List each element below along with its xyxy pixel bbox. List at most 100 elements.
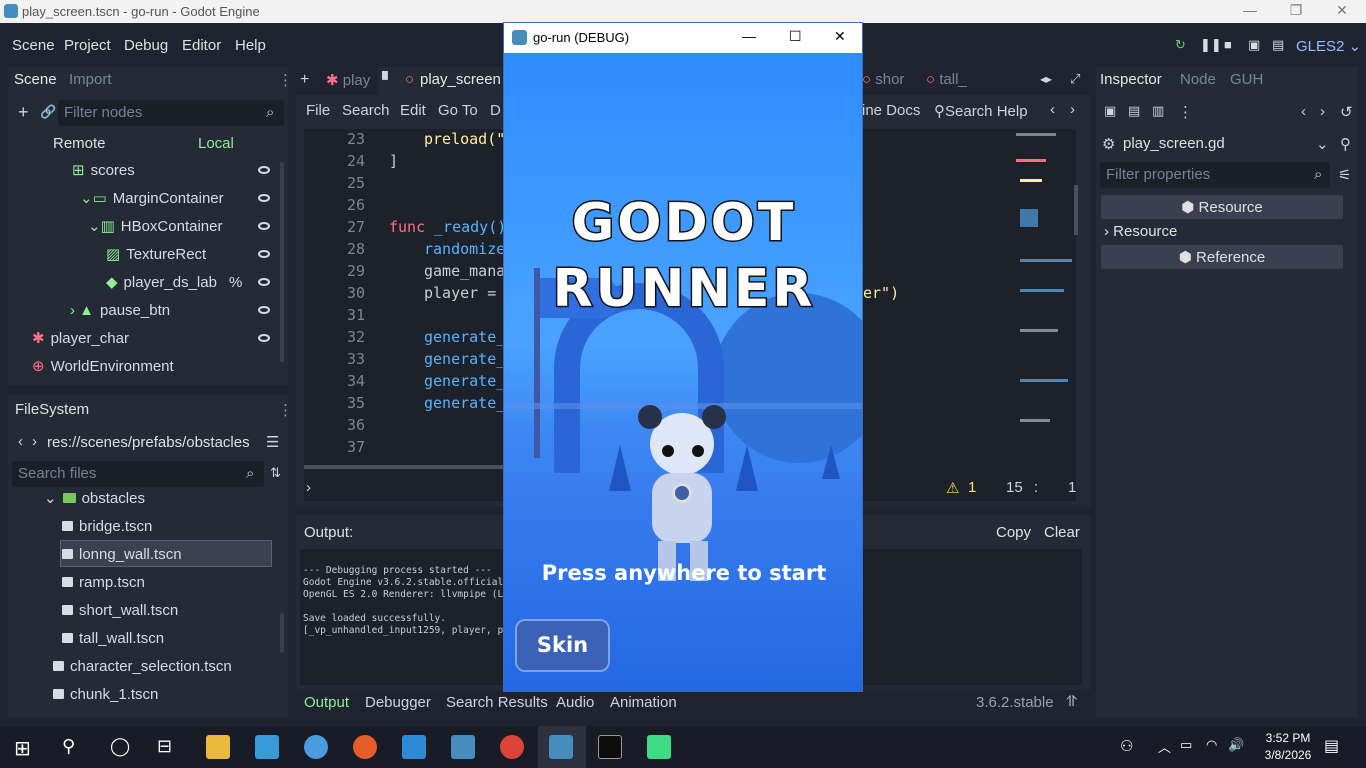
tab-tall[interactable]: ○ tall_: [926, 71, 967, 88]
expand-panel-icon[interactable]: ⥣: [1066, 693, 1077, 710]
tree-node-margincontainer[interactable]: ⌄▭ MarginContainer: [80, 184, 224, 212]
tree-node-player-char[interactable]: ✱ player_char: [32, 324, 129, 352]
tab-audio[interactable]: Audio: [556, 694, 594, 711]
vscode-icon[interactable]: [402, 735, 426, 759]
visibility-icon[interactable]: [258, 306, 270, 314]
menu-editor[interactable]: Editor: [182, 37, 221, 54]
notification-icon[interactable]: ▤: [1324, 736, 1339, 756]
new-resource-icon[interactable]: ▣: [1104, 103, 1116, 119]
tab-node[interactable]: Node: [1180, 71, 1216, 88]
online-docs-button[interactable]: ine Docs: [862, 102, 920, 119]
save-resource-icon[interactable]: ▥: [1152, 103, 1164, 119]
script-menu-file[interactable]: File: [306, 102, 330, 119]
godot-icon[interactable]: [451, 735, 475, 759]
script-menu-search[interactable]: Search: [342, 102, 390, 119]
code-scrollbar[interactable]: [1074, 185, 1078, 235]
split-view-icon[interactable]: ☰: [266, 433, 279, 451]
sort-icon[interactable]: ⇅: [270, 465, 281, 481]
tree-node-scores[interactable]: ⊞ scores: [72, 156, 135, 184]
play-scene-icon[interactable]: ▣: [1248, 37, 1260, 53]
script-menu-goto[interactable]: Go To: [438, 102, 478, 119]
tab-debugger[interactable]: Debugger: [365, 694, 431, 711]
tab-animation[interactable]: Animation: [610, 694, 677, 711]
remote-tab[interactable]: Remote: [53, 135, 106, 152]
tab-scene[interactable]: Scene: [14, 71, 57, 88]
resource-category[interactable]: ⬢ Resource: [1101, 195, 1343, 219]
filter-nodes-input[interactable]: Filter nodes ⌕: [58, 100, 284, 126]
minimize-button[interactable]: —: [1236, 2, 1264, 20]
tree-node-hboxcontainer[interactable]: ⌄▥ HBoxContainer: [88, 212, 222, 240]
visibility-icon[interactable]: [258, 278, 270, 286]
warning-icon[interactable]: ⚠: [946, 479, 959, 497]
local-tab[interactable]: Local: [198, 135, 234, 152]
minimize-button[interactable]: —: [742, 28, 756, 44]
file-explorer-icon[interactable]: [206, 735, 230, 759]
filter-properties-input[interactable]: Filter properties ⌕: [1100, 162, 1330, 188]
next-script-icon[interactable]: ›: [1070, 101, 1075, 118]
people-icon[interactable]: ⚇: [1120, 737, 1133, 755]
tab-import[interactable]: Import: [69, 71, 112, 88]
file-chunk-1[interactable]: chunk_1.tscn: [53, 681, 158, 707]
scene-tree-scrollbar[interactable]: [280, 162, 284, 362]
cortana-icon[interactable]: ◯: [110, 736, 130, 757]
reload-icon[interactable]: ↻: [1175, 37, 1186, 53]
toggle-scripts-icon[interactable]: ›: [306, 479, 311, 496]
minimap[interactable]: [1014, 129, 1076, 459]
search-files-input[interactable]: Search files ⌕: [12, 461, 264, 487]
firefox-icon[interactable]: [353, 735, 377, 759]
tree-node-pause-btn[interactable]: › ▲ pause_btn: [70, 296, 170, 324]
clock[interactable]: 3:52 PM 3/8/2026: [1258, 730, 1318, 764]
more-icon[interactable]: ⋮: [1178, 103, 1193, 121]
game-window[interactable]: go-run (DEBUG) — ☐ ✕ GODOT RUNNER Press …: [503, 22, 863, 692]
file-tall-wall[interactable]: tall_wall.tscn: [62, 625, 164, 651]
script-menu-edit[interactable]: Edit: [400, 102, 426, 119]
renderer-select[interactable]: GLES2 ⌄: [1296, 37, 1361, 55]
pause-icon[interactable]: ❚❚: [1200, 37, 1222, 53]
stop-icon[interactable]: ■: [1224, 37, 1232, 52]
godot-debug-icon[interactable]: [549, 735, 573, 759]
filesystem-scrollbar[interactable]: [280, 613, 284, 653]
distraction-free-icon[interactable]: ⤢: [1070, 71, 1080, 87]
tab-search-results[interactable]: Search Results: [446, 694, 548, 711]
tree-node-player-ds-lab[interactable]: ◆ player_ds_lab%: [106, 268, 242, 296]
menu-scene[interactable]: Scene: [12, 37, 55, 54]
close-button[interactable]: ✕: [1328, 2, 1356, 20]
file-short-wall[interactable]: short_wall.tscn: [62, 597, 178, 623]
tree-node-texturerect[interactable]: ▨ TextureRect: [106, 240, 206, 268]
battery-icon[interactable]: ▭: [1180, 737, 1192, 753]
link-icon[interactable]: 🔗: [40, 104, 56, 120]
game-viewport[interactable]: GODOT RUNNER Press anywhere to start Ski…: [504, 53, 862, 691]
skin-button[interactable]: Skin: [515, 619, 610, 672]
play-custom-icon[interactable]: ▤: [1272, 37, 1284, 53]
visibility-icon[interactable]: [258, 222, 270, 230]
inspected-object[interactable]: play_screen.gd: [1123, 135, 1225, 152]
maximize-button[interactable]: ☐: [789, 28, 802, 45]
folder-obstacles[interactable]: ⌄ obstacles: [44, 485, 145, 511]
chevron-up-icon[interactable]: ︿: [1158, 737, 1171, 756]
file-ramp[interactable]: ramp.tscn: [62, 569, 145, 595]
task-view-icon[interactable]: ⊟: [157, 736, 172, 757]
horizontal-scrollbar[interactable]: [304, 465, 504, 469]
path-field[interactable]: res://scenes/prefabs/obstacles: [47, 434, 250, 451]
menu-project[interactable]: Project: [64, 37, 111, 54]
search-icon[interactable]: ⚲: [62, 736, 75, 757]
back-icon[interactable]: ‹: [18, 433, 23, 450]
tree-node-worldenvironment[interactable]: ⊕ WorldEnvironment: [32, 352, 174, 380]
menu-help[interactable]: Help: [235, 37, 266, 54]
file-bridge[interactable]: bridge.tscn: [62, 513, 152, 539]
restore-button[interactable]: ❐: [1282, 2, 1310, 20]
open-resource-icon[interactable]: ▤: [1128, 103, 1140, 119]
chrome-icon[interactable]: [500, 735, 524, 759]
thunderbird-icon[interactable]: [304, 735, 328, 759]
paint-app-icon[interactable]: [255, 735, 279, 759]
file-character-selection[interactable]: character_selection.tscn: [53, 653, 232, 679]
windows-start-icon[interactable]: ⊞: [14, 736, 31, 761]
volume-icon[interactable]: 🔊: [1228, 737, 1244, 753]
add-tab-icon[interactable]: +: [300, 71, 309, 89]
visibility-icon[interactable]: [258, 334, 270, 342]
tab-output[interactable]: Output: [304, 694, 349, 711]
tab-guh[interactable]: GUH: [1230, 71, 1263, 88]
history-back-icon[interactable]: ‹: [1301, 103, 1306, 120]
search-help-button[interactable]: ⚲Search Help: [934, 102, 1028, 120]
dock-menu-icon[interactable]: ⋮: [278, 71, 293, 89]
